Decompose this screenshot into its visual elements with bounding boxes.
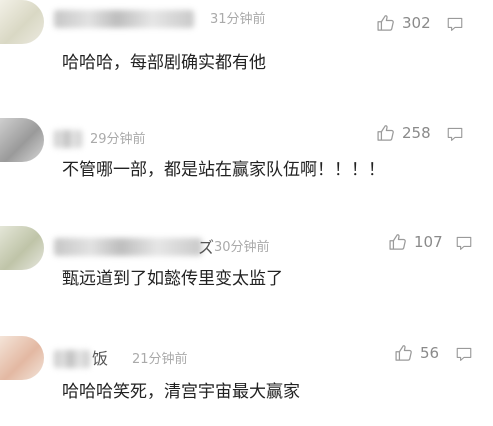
- username-visible-part[interactable]: ズ: [198, 238, 214, 258]
- avatar[interactable]: [0, 0, 44, 44]
- thumbs-up-icon: [389, 234, 406, 250]
- avatar[interactable]: [0, 118, 44, 162]
- comment-bubble-icon: [456, 347, 472, 361]
- comment-item: ズ 30分钟前 107 甄远道到了如懿传里变太监了: [0, 204, 493, 312]
- like-count: 107: [414, 233, 443, 251]
- reply-button[interactable]: [455, 234, 473, 252]
- comment-item: 29分钟前 258 不管哪一部，都是站在赢家队伍啊！！！！: [0, 100, 493, 204]
- comment-time: 30分钟前: [214, 240, 270, 255]
- comment-item: 31分钟前 302 哈哈哈，每部剧确实都有他: [0, 0, 493, 100]
- like-button[interactable]: 107: [388, 232, 443, 252]
- username-blurred[interactable]: [54, 10, 194, 28]
- thumbs-up-icon: [395, 345, 412, 361]
- like-button[interactable]: 258: [376, 123, 431, 143]
- username-blurred[interactable]: [54, 350, 90, 368]
- thumbs-up-icon: [377, 125, 394, 141]
- username-visible-part[interactable]: 饭: [92, 349, 108, 369]
- username-blurred[interactable]: [54, 238, 202, 256]
- like-count: 302: [402, 14, 431, 32]
- like-button[interactable]: 302: [376, 13, 431, 33]
- comment-time: 31分钟前: [210, 12, 266, 27]
- reply-button[interactable]: [455, 345, 473, 363]
- like-count: 56: [420, 344, 440, 362]
- reply-button[interactable]: [446, 125, 464, 143]
- comment-time: 21分钟前: [132, 352, 188, 367]
- like-count: 258: [402, 124, 431, 142]
- comment-item: 饭 21分钟前 56 哈哈哈笑死，清宫宇宙最大赢家: [0, 312, 493, 426]
- comment-bubble-icon: [447, 17, 463, 31]
- avatar[interactable]: [0, 226, 44, 270]
- username-blurred[interactable]: [54, 130, 82, 148]
- reply-button[interactable]: [446, 15, 464, 33]
- comment-text: 哈哈哈，每部剧确实都有他: [62, 53, 266, 73]
- comment-text: 甄远道到了如懿传里变太监了: [62, 269, 283, 289]
- comment-text: 哈哈哈笑死，清宫宇宙最大赢家: [62, 382, 300, 402]
- avatar[interactable]: [0, 336, 44, 380]
- comment-bubble-icon: [456, 236, 472, 250]
- comment-text: 不管哪一部，都是站在赢家队伍啊！！！！: [62, 160, 385, 180]
- like-button[interactable]: 56: [394, 343, 439, 363]
- comment-bubble-icon: [447, 127, 463, 141]
- thumbs-up-icon: [377, 15, 394, 31]
- comment-time: 29分钟前: [90, 132, 146, 147]
